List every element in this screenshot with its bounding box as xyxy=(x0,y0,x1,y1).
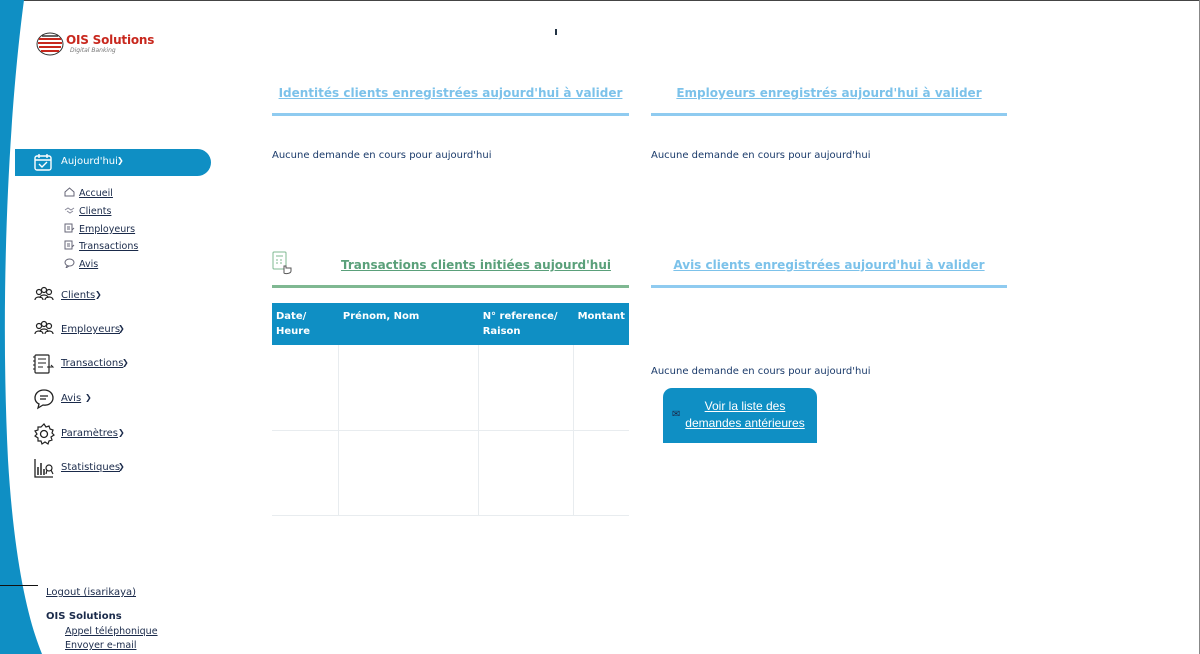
employers-divider xyxy=(651,113,1007,116)
nav-item-label: Transactions xyxy=(61,358,124,369)
employers-title[interactable]: Employeurs enregistrés aujourd'hui à val… xyxy=(651,86,1007,100)
transactions-divider xyxy=(272,285,629,288)
transactions-table: Date/ Heure Prénom, Nom N° reference/ Ra… xyxy=(272,303,629,516)
users-icon xyxy=(34,286,54,301)
previous-requests-button[interactable]: ✉ Voir la liste des demandes antérieures xyxy=(663,388,817,443)
subnav-accueil[interactable]: Accueil xyxy=(64,187,113,199)
users-icon xyxy=(34,320,54,335)
identities-title[interactable]: Identités clients enregistrées aujourd'h… xyxy=(272,86,629,100)
gear-icon xyxy=(34,423,55,445)
stats-icon xyxy=(34,459,54,478)
chevron-down-icon: ❯ xyxy=(118,462,125,471)
brand-tagline: Digital Banking xyxy=(70,47,116,54)
nav-item-label: Avis xyxy=(61,393,82,404)
calendar-icon xyxy=(34,154,52,171)
calculator-icon xyxy=(272,251,292,275)
avis-empty-text: Aucune demande en cours pour aujourd'hui xyxy=(651,366,871,377)
handshake-icon xyxy=(64,207,75,214)
col-amount[interactable]: Montant xyxy=(573,303,629,345)
home-icon xyxy=(64,187,75,197)
subnav-employeurs[interactable]: Employeurs xyxy=(64,223,135,235)
avis-divider xyxy=(651,285,1007,288)
col-reference[interactable]: N° reference/ Raison xyxy=(478,303,574,345)
chat-icon xyxy=(34,389,54,410)
email-link[interactable]: Envoyer e-mail xyxy=(65,640,136,651)
phone-link[interactable]: Appel téléphonique xyxy=(65,626,158,637)
chevron-down-icon: ❯ xyxy=(95,290,102,299)
company-name: OIS Solutions xyxy=(46,611,122,622)
subnav-transactions[interactable]: Transactions xyxy=(64,240,138,252)
cursor-mark xyxy=(555,29,557,35)
nav-item-label: Clients xyxy=(61,290,96,301)
logout-link[interactable]: Logout (isarikaya) xyxy=(46,587,136,598)
chevron-down-icon: ❯ xyxy=(117,156,124,165)
table-row xyxy=(272,430,629,516)
chevron-down-icon: ❯ xyxy=(118,428,125,437)
chevron-down-icon: ❯ xyxy=(85,393,92,402)
nav-item-label: Statistiques xyxy=(61,462,121,473)
identities-empty-text: Aucune demande en cours pour aujourd'hui xyxy=(272,150,492,161)
brand-logo xyxy=(36,32,64,56)
brand-name: OIS Solutions xyxy=(66,33,155,47)
subnav-avis[interactable]: Avis xyxy=(64,258,98,270)
nav-item-label: Paramètres xyxy=(61,428,119,439)
table-header-row: Date/ Heure Prénom, Nom N° reference/ Ra… xyxy=(272,303,629,345)
chevron-down-icon: ❯ xyxy=(118,324,125,333)
col-name[interactable]: Prénom, Nom xyxy=(338,303,479,345)
nav-item-aujourdhui[interactable]: Aujourd'hui ❯ xyxy=(15,149,211,176)
avis-title[interactable]: Avis clients enregistrées aujourd'hui à … xyxy=(651,258,1007,272)
chevron-down-icon: ❯ xyxy=(122,358,129,367)
document-icon xyxy=(64,240,75,250)
col-date[interactable]: Date/ Heure xyxy=(272,303,339,345)
document-icon xyxy=(64,223,75,233)
transactions-title[interactable]: Transactions clients initiées aujourd'hu… xyxy=(296,258,656,272)
table-row xyxy=(272,345,629,431)
employers-empty-text: Aucune demande en cours pour aujourd'hui xyxy=(651,150,871,161)
nav-item-label: Aujourd'hui xyxy=(61,156,118,167)
comment-icon xyxy=(64,258,75,268)
ledger-icon xyxy=(33,354,55,374)
identities-divider xyxy=(272,113,629,116)
previous-requests-label: Voir la liste des demandes antérieures xyxy=(685,399,805,430)
subnav-clients[interactable]: Clients xyxy=(64,205,111,217)
nav-item-label: Employeurs xyxy=(61,324,121,335)
envelope-icon: ✉ xyxy=(672,409,681,420)
footer-divider xyxy=(0,585,38,586)
